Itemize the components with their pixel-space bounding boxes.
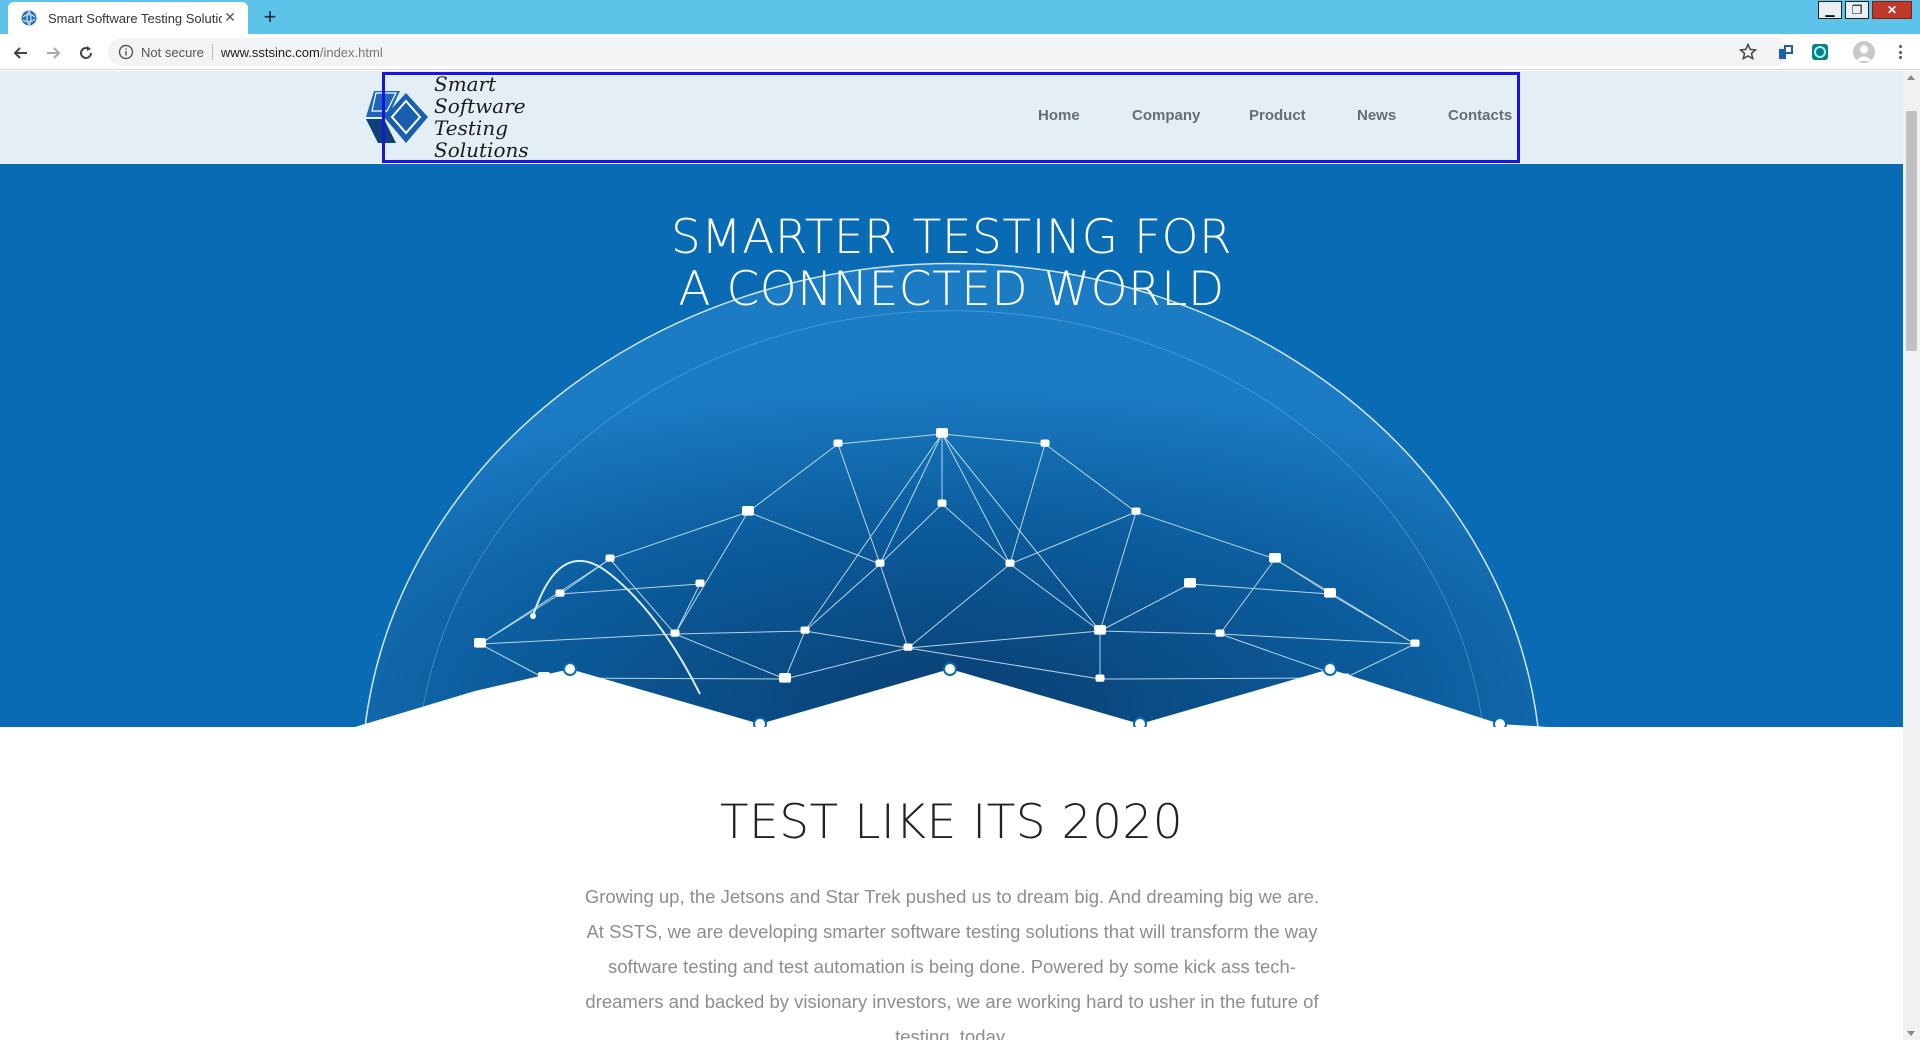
security-label: Not secure xyxy=(141,44,204,60)
extension-icon[interactable] xyxy=(1776,42,1796,62)
browser-toolbar: Not secure www.sstsinc.com/index.html xyxy=(0,34,1920,70)
nav-contacts[interactable]: Contacts xyxy=(1448,101,1512,131)
info-icon[interactable] xyxy=(118,44,134,60)
page-scrollbar[interactable] xyxy=(1903,71,1920,1040)
reload-icon xyxy=(80,46,92,59)
network-device-icon xyxy=(875,559,885,567)
globe-favicon-icon xyxy=(20,9,38,27)
network-device-icon xyxy=(1095,674,1105,682)
scrollbar-thumb[interactable] xyxy=(1906,111,1917,351)
network-device-icon xyxy=(670,629,680,637)
network-device-icon xyxy=(1269,553,1281,563)
network-device-icon xyxy=(937,499,947,507)
page-viewport: Smart Software Testing Solutions Home Co… xyxy=(0,71,1903,1040)
nav-home[interactable]: Home xyxy=(1038,101,1080,131)
network-device-icon xyxy=(555,589,565,597)
network-device-icon xyxy=(936,428,948,438)
scroll-down-icon[interactable] xyxy=(1907,1031,1915,1036)
url-path: /index.html xyxy=(319,44,383,60)
hero-title-line-2: A CONNECTED WORLD xyxy=(678,262,1225,317)
network-device-icon xyxy=(903,643,913,651)
tab-close-icon[interactable]: ✕ xyxy=(222,10,238,26)
network-device-icon xyxy=(1184,578,1196,588)
back-button[interactable] xyxy=(10,42,32,64)
network-device-icon xyxy=(1410,639,1420,647)
network-device-icon xyxy=(695,579,705,587)
reload-button[interactable] xyxy=(75,42,97,64)
network-device-icon xyxy=(1215,629,1225,637)
browser-tabstrip: Smart Software Testing Solutions ✕ + ▁ ❐… xyxy=(0,0,1920,34)
hero-banner: SMARTER TESTING FOR A CONNECTED WORLD xyxy=(0,164,1903,727)
window-maximize-button[interactable]: ❐ xyxy=(1845,1,1869,19)
network-device-icon xyxy=(474,638,486,648)
main-nav: Home Company Product News Contacts xyxy=(0,101,1903,131)
more-vert-icon[interactable] xyxy=(1892,42,1908,62)
scroll-up-icon[interactable] xyxy=(1907,75,1915,80)
network-device-icon xyxy=(1040,439,1050,447)
network-device-icon xyxy=(1324,588,1336,598)
star-icon[interactable] xyxy=(1738,42,1758,62)
arrow-left-icon xyxy=(13,47,27,59)
url-host: www.sstsinc.com xyxy=(220,44,320,60)
network-device-icon xyxy=(1005,559,1015,567)
forward-button[interactable] xyxy=(42,42,64,64)
arrow-right-icon xyxy=(47,47,61,59)
network-device-icon xyxy=(742,506,754,516)
nav-news[interactable]: News xyxy=(1357,101,1396,131)
network-device-icon xyxy=(1094,625,1106,635)
network-device-icon xyxy=(605,554,615,562)
extension-icon[interactable] xyxy=(1810,42,1830,62)
hero-title: SMARTER TESTING FOR A CONNECTED WORLD xyxy=(0,212,1903,316)
window-minimize-button[interactable]: ▁ xyxy=(1818,1,1842,19)
url-text: www.sstsinc.com/index.html xyxy=(221,45,383,60)
section-heading: TEST LIKE ITS 2020 xyxy=(719,795,1184,850)
address-bar[interactable]: Not secure www.sstsinc.com/index.html xyxy=(108,38,1788,66)
browser-tab[interactable]: Smart Software Testing Solutions ✕ xyxy=(8,2,248,34)
intro-paragraph: Growing up, the Jetsons and Star Trek pu… xyxy=(584,886,1320,1040)
nav-company[interactable]: Company xyxy=(1132,101,1200,131)
tab-title: Smart Software Testing Solutions xyxy=(48,10,222,26)
network-device-icon xyxy=(800,626,810,634)
hero-title-line-1: SMARTER TESTING FOR xyxy=(670,210,1233,265)
new-tab-button[interactable]: + xyxy=(258,6,282,30)
network-device-icon xyxy=(779,673,791,683)
site-header: Smart Software Testing Solutions Home Co… xyxy=(0,71,1903,164)
network-device-icon xyxy=(1131,507,1141,515)
nav-product[interactable]: Product xyxy=(1249,101,1306,131)
avatar-icon[interactable] xyxy=(1853,41,1875,63)
window-close-button[interactable]: ✕ xyxy=(1872,1,1912,19)
address-divider xyxy=(211,44,213,60)
network-device-icon xyxy=(833,439,843,447)
